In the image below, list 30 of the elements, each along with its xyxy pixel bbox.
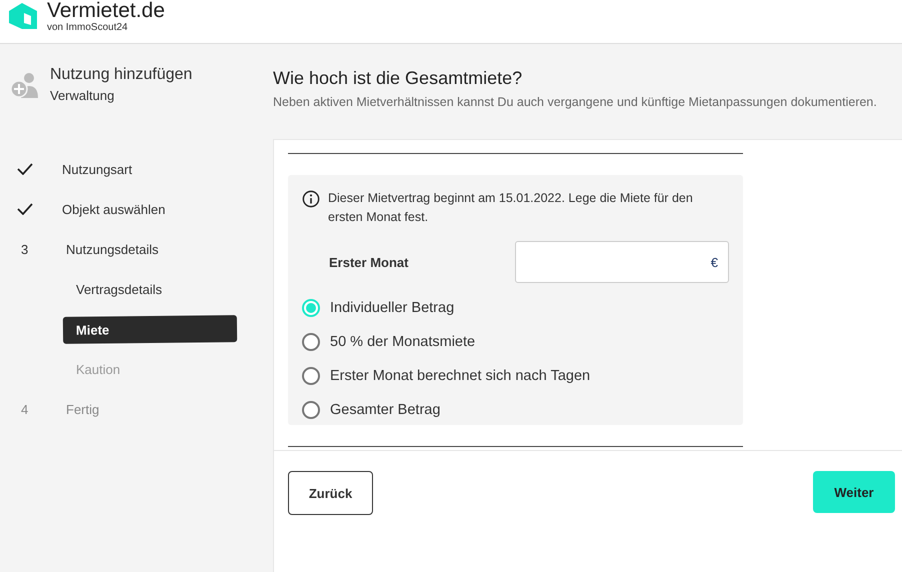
field-label: Erster Monat — [329, 254, 408, 270]
step-label: Objekt auswählen — [62, 202, 166, 216]
info-text: Dieser Mietvertrag beginnt am 15.01.2022. Lege die Miete für den ersten Monat fest. — [328, 190, 694, 226]
check-icon — [17, 203, 33, 215]
option-label: Individueller Betrag — [330, 300, 454, 316]
substep-item[interactable]: Vertragsdetails — [63, 276, 175, 302]
step-label: Fertig — [66, 402, 100, 416]
info-icon — [302, 190, 320, 208]
currency-unit: € — [710, 254, 718, 270]
substep-item[interactable]: Miete — [62, 314, 238, 344]
brand-tagline: von ImmoScout24 — [47, 22, 129, 33]
radio-button[interactable] — [302, 401, 320, 419]
page-title: Wie hoch ist die Gesamtmiete? — [273, 68, 524, 89]
brand-name: Vermietet.de — [47, 0, 165, 22]
sidebar-subtitle: Verwaltung — [50, 88, 116, 103]
radio-button[interactable] — [302, 367, 320, 385]
step-number: 4 — [20, 402, 30, 416]
radio-button[interactable] — [302, 333, 320, 351]
option-label: Erster Monat berechnet sich nach Tagen — [330, 368, 590, 384]
option-label: Gesamter Betrag — [330, 402, 440, 418]
page-subtitle: Neben aktiven Mietverhältnissen kannst Du auch vergangene und künftige Mietanpassungen dokumentieren. — [273, 95, 878, 109]
next-button[interactable]: Weiter — [813, 471, 895, 513]
option-label: 50 % der Monatsmiete — [330, 334, 476, 350]
step-label: Nutzungsdetails — [66, 242, 158, 256]
sidebar-title: Nutzung hinzufügen — [50, 66, 192, 84]
step-label: Nutzungsart — [62, 162, 132, 176]
amount-field[interactable]: € — [515, 241, 729, 283]
check-icon — [17, 163, 33, 175]
back-button[interactable]: Zurück — [288, 471, 373, 515]
step-number: 3 — [20, 242, 30, 256]
